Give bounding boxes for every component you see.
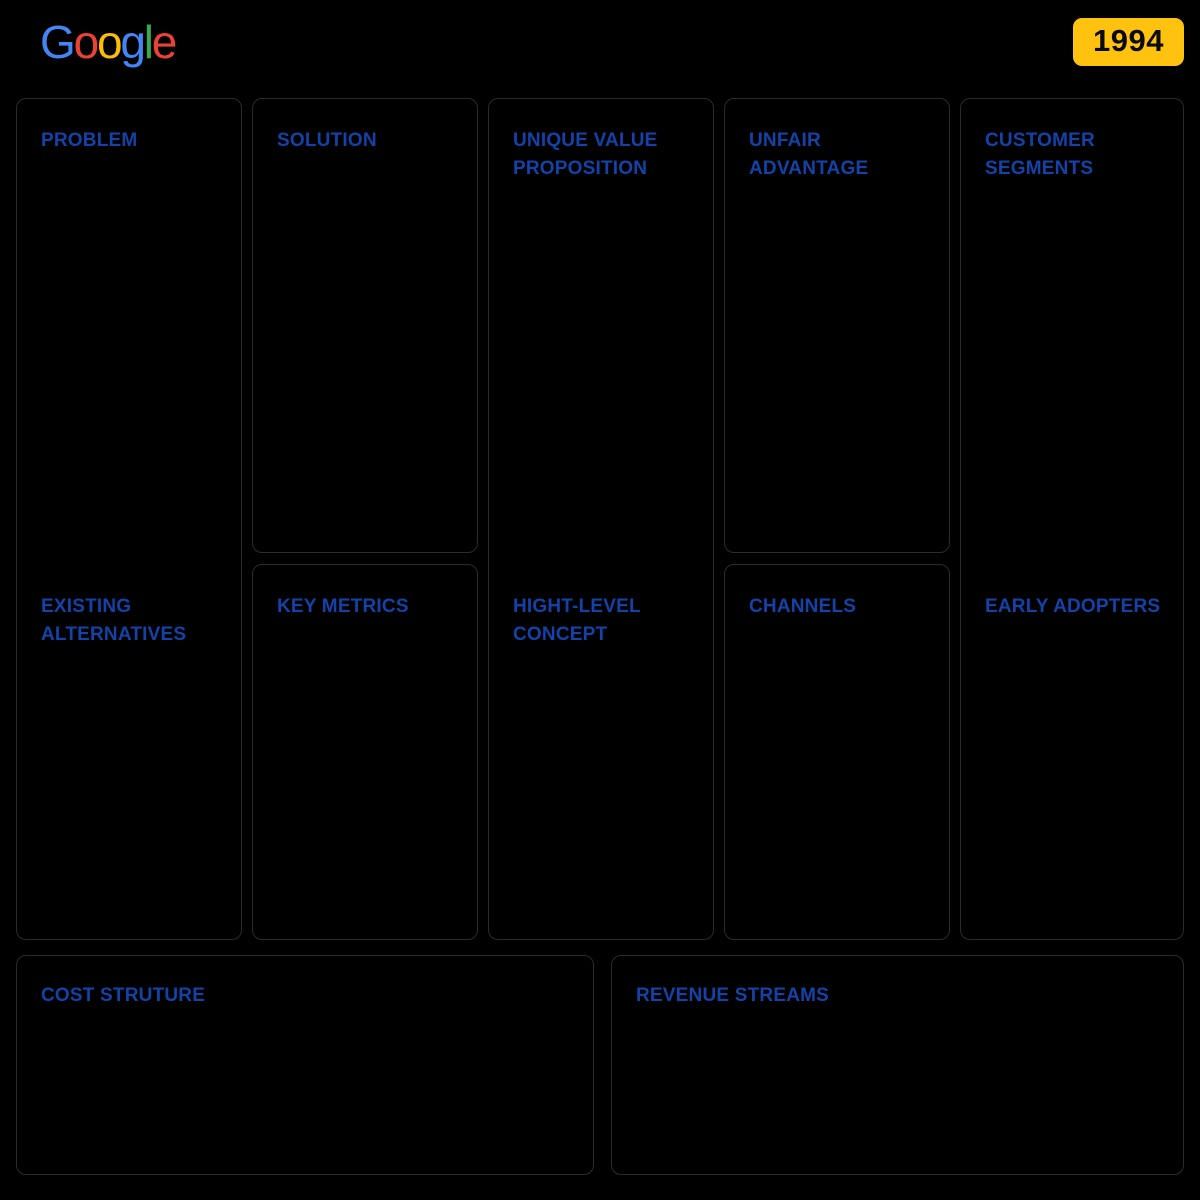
year-badge: 1994 xyxy=(1073,18,1184,66)
logo-letter-o-red: o xyxy=(73,16,100,68)
lean-canvas-grid: PROBLEM EXISTING ALTERNATIVES SOLUTION K… xyxy=(16,98,1184,940)
label-cost-structure: COST STRUTURE xyxy=(41,985,206,1006)
page-header: Google 1994 xyxy=(0,0,1200,90)
card-body-revenue-streams: REVENUE STREAMS xyxy=(612,956,1183,1174)
card-body-channels: CHANNELS xyxy=(725,565,949,939)
card-body-solution: SOLUTION xyxy=(253,99,477,552)
logo-letter-g-blue: G xyxy=(40,16,76,68)
card-customer-segments-early-adopters[interactable]: CUSTOMER SEGMENTS EARLY ADOPTERS xyxy=(960,98,1184,940)
google-logo: Google xyxy=(40,16,178,68)
label-key-metrics: KEY METRICS xyxy=(277,596,409,617)
card-body-problem: PROBLEM EXISTING ALTERNATIVES xyxy=(17,99,241,939)
card-problem-existing-alternatives[interactable]: PROBLEM EXISTING ALTERNATIVES xyxy=(16,98,242,940)
label-revenue-streams: REVENUE STREAMS xyxy=(636,985,830,1006)
logo-letter-o-yellow: o xyxy=(96,16,123,68)
logo-letter-e-red: e xyxy=(151,16,178,68)
label-unfair-advantage: UNFAIR ADVANTAGE xyxy=(749,130,869,179)
label-unique-value-proposition: UNIQUE VALUE PROPOSITION xyxy=(513,130,658,179)
label-customer-segments: CUSTOMER SEGMENTS xyxy=(985,130,1095,179)
card-revenue-streams[interactable]: REVENUE STREAMS xyxy=(611,955,1184,1175)
card-unfair-advantage[interactable]: UNFAIR ADVANTAGE xyxy=(724,98,950,553)
card-solution[interactable]: SOLUTION xyxy=(252,98,478,553)
label-high-level-concept: HIGHT-LEVEL CONCEPT xyxy=(513,596,641,645)
card-cost-structure[interactable]: COST STRUTURE xyxy=(16,955,594,1175)
card-uvp-high-level-concept[interactable]: UNIQUE VALUE PROPOSITION HIGHT-LEVEL CON… xyxy=(488,98,714,940)
card-body-uvp: UNIQUE VALUE PROPOSITION HIGHT-LEVEL CON… xyxy=(489,99,713,939)
card-body-customer-segments: CUSTOMER SEGMENTS EARLY ADOPTERS xyxy=(961,99,1183,939)
card-body-cost-structure: COST STRUTURE xyxy=(17,956,593,1174)
card-channels[interactable]: CHANNELS xyxy=(724,564,950,940)
card-body-key-metrics: KEY METRICS xyxy=(253,565,477,939)
label-channels: CHANNELS xyxy=(749,596,857,617)
label-early-adopters: EARLY ADOPTERS xyxy=(985,596,1161,617)
label-existing-alternatives: EXISTING ALTERNATIVES xyxy=(41,596,187,645)
label-solution: SOLUTION xyxy=(277,130,377,151)
logo-letter-l-green: l xyxy=(143,16,154,68)
lean-canvas-bottom-row: COST STRUTURE REVENUE STREAMS xyxy=(16,955,1184,1175)
label-problem: PROBLEM xyxy=(41,130,138,151)
card-body-unfair-advantage: UNFAIR ADVANTAGE xyxy=(725,99,949,552)
card-key-metrics[interactable]: KEY METRICS xyxy=(252,564,478,940)
logo-letter-g-blue-2: g xyxy=(120,16,146,68)
